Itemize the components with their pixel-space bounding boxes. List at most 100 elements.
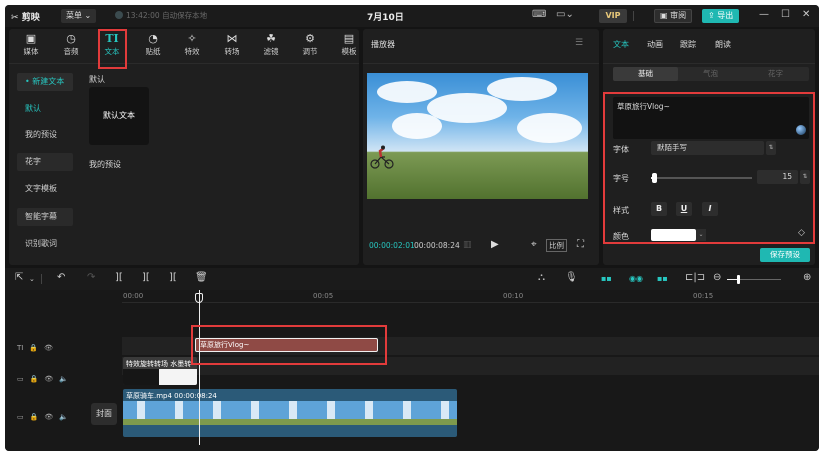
tool-audio[interactable]: ◷ 音频	[55, 32, 87, 57]
sidebar-item-auto-captions[interactable]: 智能字幕	[17, 208, 73, 226]
color-label: 颜色	[613, 232, 629, 241]
microphone-icon[interactable]: 🎙	[565, 272, 578, 283]
split-icon[interactable]: ][	[115, 272, 123, 283]
export-icon: ⇪	[708, 11, 715, 20]
review-button[interactable]: ▣ 审阅	[654, 9, 693, 23]
select-pointer-icon[interactable]: ⇱	[15, 272, 23, 283]
zoom-in-icon[interactable]: ⊕	[803, 272, 811, 283]
tool-media[interactable]: ▣ 媒体	[15, 32, 47, 57]
video-preview[interactable]	[367, 73, 588, 199]
tab-tracking[interactable]: 跟踪	[680, 39, 696, 50]
video-clip[interactable]: 草原骑车.mp4 00:00:08:24	[123, 389, 457, 437]
lock-icon[interactable]: 🔒	[30, 375, 39, 383]
tool-filter[interactable]: ☘ 滤镜	[255, 32, 287, 57]
linkage-icon[interactable]: ▪▪	[657, 274, 668, 283]
audio-icon: ◷	[66, 32, 76, 45]
ratio-button[interactable]: 比例	[546, 239, 567, 252]
keyboard-icon[interactable]: ⌨	[532, 9, 546, 20]
vip-badge[interactable]: VIP	[599, 9, 627, 23]
tab-animation[interactable]: 动画	[647, 39, 663, 50]
zoom-out-icon[interactable]: ⊖	[713, 272, 721, 283]
tab-read-aloud[interactable]: 朗读	[715, 39, 731, 50]
ai-assist-icon[interactable]	[796, 125, 806, 135]
font-label: 字体	[613, 145, 629, 154]
media-panel: ▣ 媒体 ◷ 音频 TI 文本 ◔ 贴纸 ✧ 特效 ⋈ 转场 ☘ 滤镜 ⚙ 调节 ▤ 模板 • 新…	[9, 29, 359, 265]
cover-button[interactable]: 封面	[91, 403, 117, 425]
audio-icon[interactable]: 🔈	[59, 375, 68, 383]
magnet-icon[interactable]: ◉◉	[629, 274, 643, 283]
tool-label: 模板	[341, 47, 357, 56]
tool-transition[interactable]: ⋈ 转场	[216, 32, 248, 57]
auto-snap-icon[interactable]: ⛬	[538, 272, 545, 283]
text-clip[interactable]: 草原旅行Vlog~	[195, 338, 378, 352]
layout-icon[interactable]: ▭⌄	[556, 9, 574, 20]
size-slider-track[interactable]	[651, 177, 752, 179]
effect-clip[interactable]: 特效旋转转场 水墨转	[123, 357, 197, 385]
zoom-slider-handle[interactable]	[737, 275, 740, 284]
size-slider-handle[interactable]	[652, 173, 657, 183]
underline-button[interactable]: U	[676, 202, 692, 216]
sidebar-item-lyrics[interactable]: 识别歌词	[17, 235, 73, 253]
export-button[interactable]: ⇪ 导出	[702, 9, 740, 23]
adjust-icon: ⚙	[305, 32, 315, 45]
preview-axis-icon[interactable]: ⊏|⊐	[685, 272, 705, 283]
close-icon[interactable]: ✕	[802, 9, 810, 20]
undo-icon[interactable]: ↶	[57, 272, 65, 283]
maximize-icon[interactable]: ☐	[781, 9, 790, 20]
cloud	[427, 93, 507, 123]
eye-icon[interactable]: 👁	[44, 375, 53, 383]
save-preset-button[interactable]: 保存预设	[760, 248, 810, 262]
eye-icon[interactable]: 👁	[44, 413, 53, 421]
sidebar-item-default[interactable]: 默认	[17, 100, 73, 118]
tool-effects[interactable]: ✧ 特效	[176, 32, 208, 57]
default-text-card[interactable]: 默认文本	[89, 87, 149, 145]
media-icon: ▣	[25, 32, 37, 45]
menu-button[interactable]: 菜单 ⌄	[61, 9, 97, 23]
minimize-icon[interactable]: —	[759, 9, 769, 20]
font-select[interactable]: 默陌手写	[651, 141, 764, 155]
fullscreen-icon[interactable]: ⛶	[577, 239, 584, 250]
sidebar-item-my-presets[interactable]: 我的预设	[17, 126, 73, 144]
tab-text[interactable]: 文本	[613, 39, 629, 50]
font-stepper-icon[interactable]: ⇅	[766, 141, 776, 155]
lock-icon[interactable]: 🔒	[30, 413, 39, 421]
section-default-label: 默认	[89, 75, 105, 84]
timeline-view-icon[interactable]: ▥	[463, 240, 472, 250]
split-right-icon[interactable]: ][	[169, 272, 177, 283]
size-input[interactable]: 15	[757, 170, 798, 184]
eye-icon[interactable]: 👁	[44, 344, 53, 352]
split-left-icon[interactable]: ][	[142, 272, 150, 283]
link-main-track-icon[interactable]: ▪▪	[601, 274, 612, 283]
sidebar-item-new-text[interactable]: • 新建文本	[17, 73, 73, 91]
tool-sticker[interactable]: ◔ 贴纸	[137, 32, 169, 57]
keyframe-icon[interactable]: ◇	[798, 228, 805, 238]
delete-icon[interactable]: 🗑	[195, 272, 208, 283]
chevron-down-icon[interactable]: ⌄	[29, 275, 35, 283]
audio-icon[interactable]: 🔈	[59, 413, 68, 421]
lock-icon[interactable]: 🔒	[29, 344, 38, 352]
redo-icon[interactable]: ↷	[87, 272, 95, 283]
subtab-basic[interactable]: 基础	[613, 67, 678, 81]
sidebar-item-fancy-text[interactable]: 花字	[17, 153, 73, 171]
size-stepper-icon[interactable]: ⇅	[800, 170, 810, 184]
subtab-fancy[interactable]: 花字	[743, 67, 808, 81]
tool-text[interactable]: TI 文本	[96, 32, 128, 57]
tool-adjust[interactable]: ⚙ 调节	[294, 32, 326, 57]
color-swatch[interactable]	[651, 229, 696, 241]
sidebar-item-text-template[interactable]: 文字模板	[17, 180, 73, 198]
playhead[interactable]	[199, 290, 200, 445]
bold-button[interactable]: B	[651, 202, 667, 216]
tool-label: 媒体	[23, 47, 39, 56]
fullscreen-crop-icon[interactable]: ⌖	[531, 239, 537, 250]
ruler-mark: 00:00	[123, 292, 144, 300]
chevron-down-icon[interactable]: ⌄	[696, 229, 706, 241]
section-presets-label: 我的预设	[89, 160, 121, 169]
play-icon[interactable]: ▶	[491, 239, 499, 250]
tool-template[interactable]: ▤ 模板	[333, 32, 365, 57]
text-content-input[interactable]: 草原旅行Vlog~	[613, 97, 809, 139]
italic-button[interactable]: I	[702, 202, 718, 216]
menu-icon[interactable]: ☰	[575, 38, 583, 48]
ruler-mark: 00:05	[313, 292, 334, 300]
playhead-handle[interactable]	[195, 293, 203, 303]
subtab-bubble[interactable]: 气泡	[678, 67, 743, 81]
